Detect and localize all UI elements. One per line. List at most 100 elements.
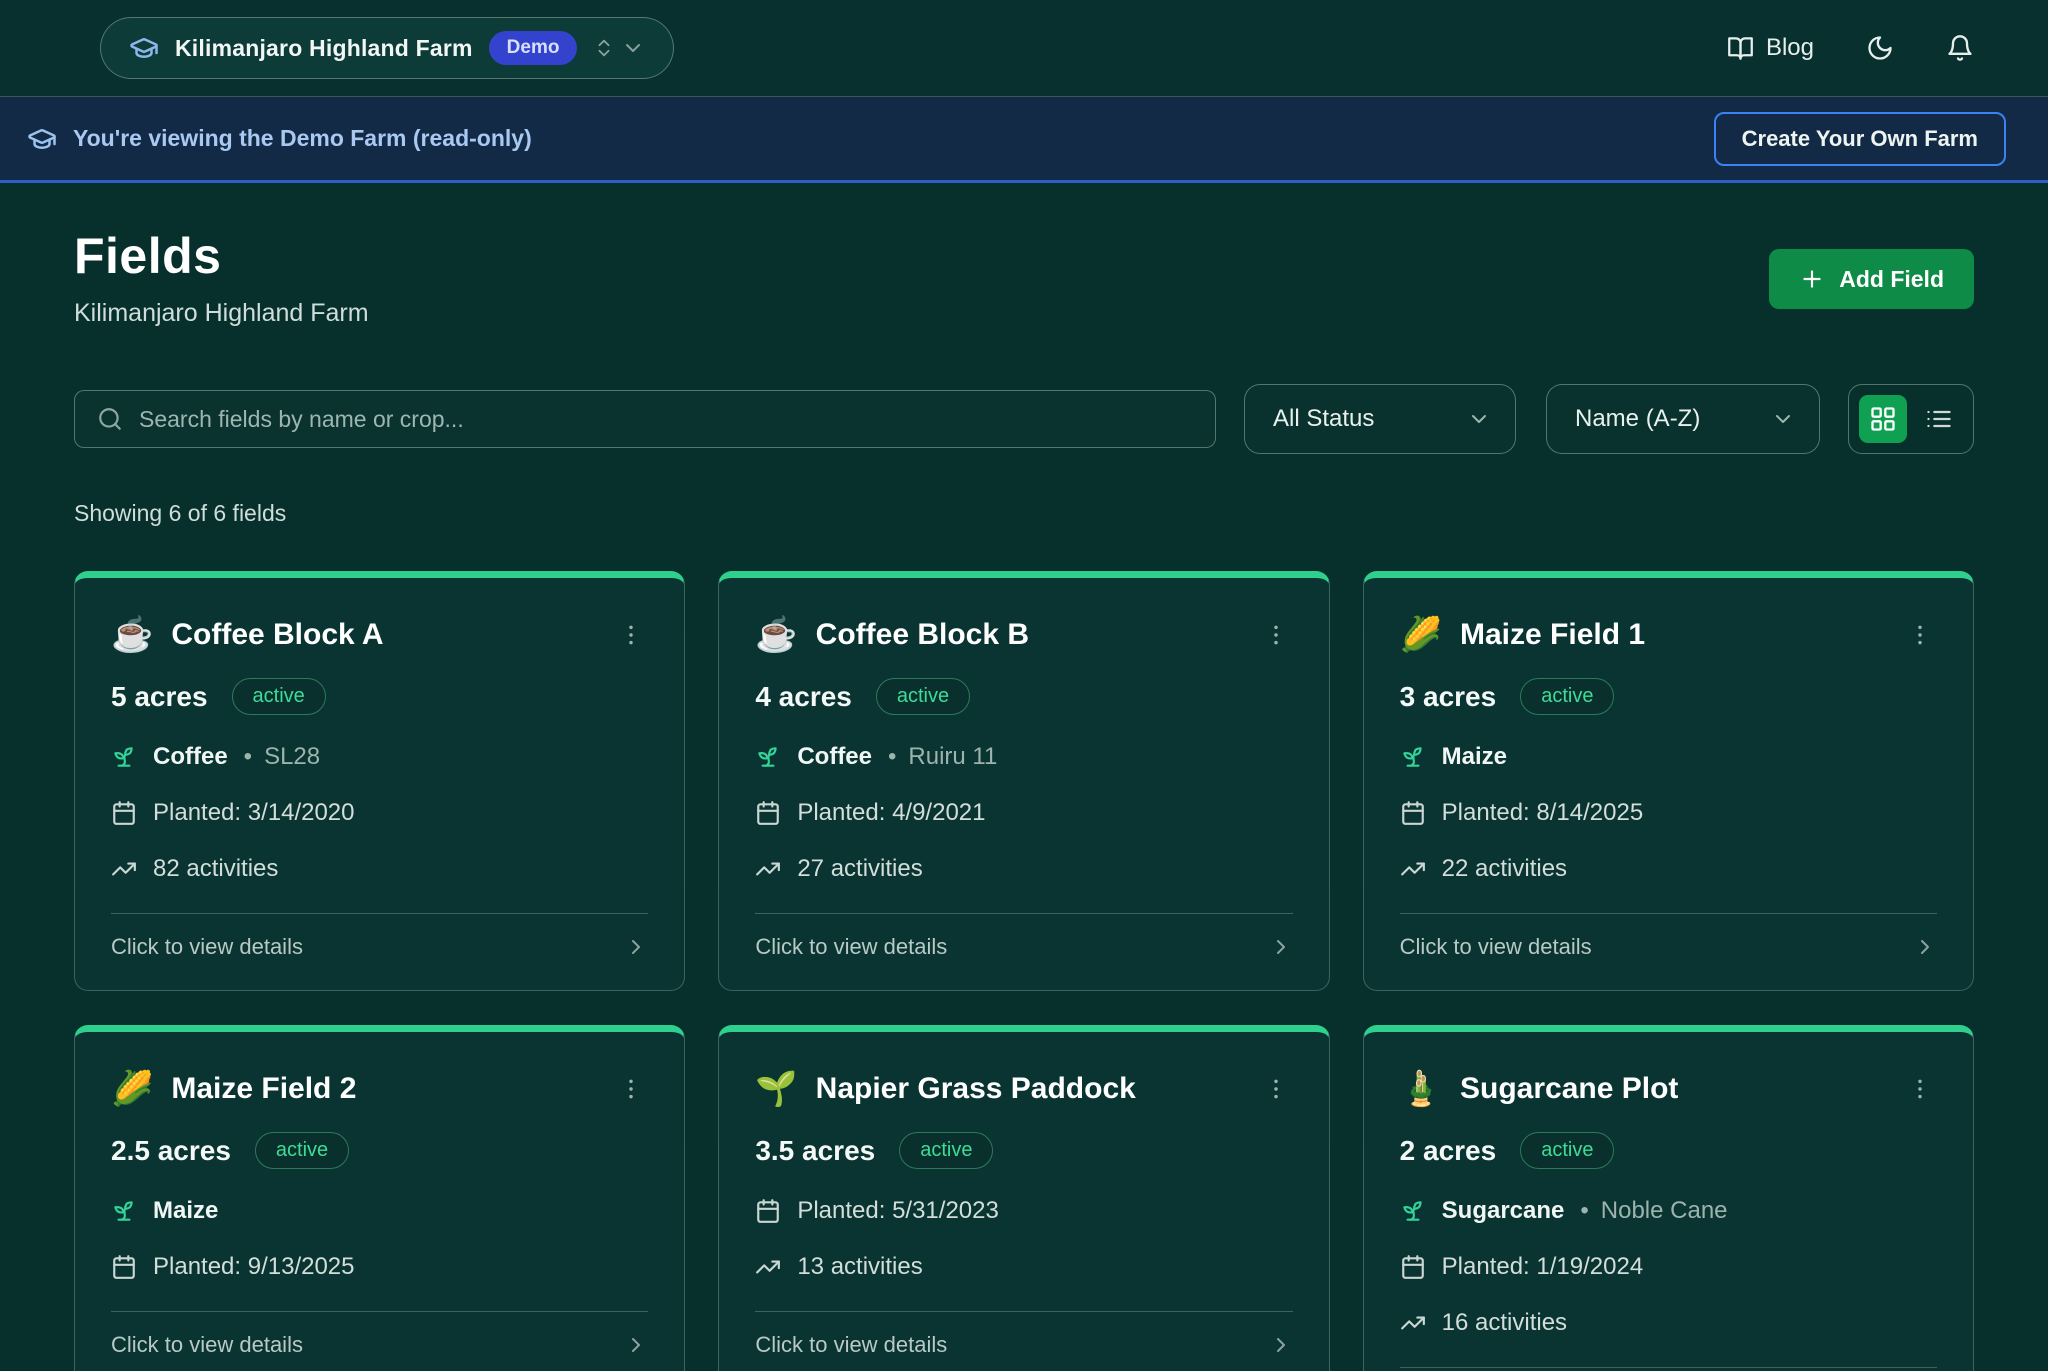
chevron-right-icon [624,1333,648,1357]
field-name: Napier Grass Paddock [816,1072,1136,1106]
blog-link[interactable]: Blog [1727,34,1814,62]
demo-banner: You're viewing the Demo Farm (read-only)… [0,97,2048,183]
field-acreage: 5 acres [111,681,208,713]
status-badge: active [1520,678,1614,715]
chevron-down-icon [1771,407,1795,431]
details-row[interactable]: Click to view details [755,1332,1292,1358]
graduation-cap-icon [27,124,57,154]
add-field-button[interactable]: Add Field [1769,249,1974,309]
details-row[interactable]: Click to view details [755,934,1292,960]
list-view-button[interactable] [1915,395,1963,443]
planted-text: Planted: 3/14/2020 [153,799,355,827]
details-label: Click to view details [755,1332,947,1358]
create-your-own-farm-button[interactable]: Create Your Own Farm [1714,112,2006,166]
details-label: Click to view details [111,934,303,960]
fields-page: Fields Kilimanjaro Highland Farm Add Fie… [0,183,2048,1371]
notifications-button[interactable] [1946,34,1974,62]
status-filter-dropdown[interactable]: All Status [1244,384,1516,454]
banner-message: You're viewing the Demo Farm (read-only) [73,125,532,152]
kebab-icon [618,1076,644,1102]
details-row[interactable]: Click to view details [111,1332,648,1358]
chevron-right-icon [624,935,648,959]
farm-name: Kilimanjaro Highland Farm [175,35,473,62]
trending-up-icon [1400,856,1426,882]
details-row[interactable]: Click to view details [111,934,648,960]
card-divider [755,913,1292,914]
graduation-cap-icon [129,33,159,63]
add-field-label: Add Field [1839,266,1944,293]
crop-row: Sugarcane Noble Cane [1400,1197,1937,1225]
details-label: Click to view details [1400,934,1592,960]
field-card[interactable]: ☕ Coffee Block B 4 acres active Coffee [718,571,1329,991]
trending-up-icon [755,856,781,882]
search-input[interactable] [139,406,1193,433]
crop-variety-wrap: Noble Cane [1580,1197,1727,1225]
theme-toggle-button[interactable] [1866,34,1894,62]
farm-selector[interactable]: Kilimanjaro Highland Farm Demo [100,17,674,79]
calendar-icon [755,1198,781,1224]
planted-text: Planted: 9/13/2025 [153,1253,355,1281]
activities-text: 13 activities [797,1253,922,1281]
crop-row: Coffee Ruiru 11 [755,743,1292,771]
calendar-icon [111,800,137,826]
calendar-icon [755,800,781,826]
field-emoji: 🎍 [1400,1072,1442,1106]
sprout-icon [1400,1198,1426,1224]
details-label: Click to view details [111,1332,303,1358]
crop-name: Sugarcane [1442,1197,1565,1225]
card-divider [1400,913,1937,914]
crop-name: Maize [1442,743,1507,771]
card-menu-button[interactable] [1903,618,1937,652]
details-row[interactable]: Click to view details [1400,934,1937,960]
planted-row: Planted: 3/14/2020 [111,799,648,827]
chevrons-up-down-icon [593,37,615,59]
crop-row: Maize [111,1197,648,1225]
crop-variety: Noble Cane [1601,1197,1728,1225]
card-menu-button[interactable] [1259,1072,1293,1106]
card-menu-button[interactable] [1903,1072,1937,1106]
results-summary: Showing 6 of 6 fields [74,500,1974,527]
field-name: Coffee Block B [816,618,1029,652]
calendar-icon [111,1254,137,1280]
search-icon [97,406,123,432]
crop-variety: Ruiru 11 [908,743,997,771]
activities-row: 82 activities [111,855,648,883]
planted-text: Planted: 5/31/2023 [797,1197,999,1225]
grid-view-button[interactable] [1859,395,1907,443]
crop-name: Coffee [153,743,228,771]
field-name: Sugarcane Plot [1460,1072,1678,1106]
chevron-down-icon [621,36,645,60]
chevron-right-icon [1269,935,1293,959]
card-divider [111,1311,648,1312]
field-emoji: 🌽 [1400,618,1442,652]
field-acreage: 3 acres [1400,681,1497,713]
field-card[interactable]: 🌽 Maize Field 2 2.5 acres active Maize [74,1025,685,1371]
trending-up-icon [111,856,137,882]
moon-icon [1866,34,1894,62]
field-name: Maize Field 2 [171,1072,356,1106]
card-menu-button[interactable] [614,1072,648,1106]
sprout-icon [755,744,781,770]
kebab-icon [1907,622,1933,648]
chevron-right-icon [1269,1333,1293,1357]
sort-dropdown[interactable]: Name (A-Z) [1546,384,1820,454]
field-card[interactable]: 🎍 Sugarcane Plot 2 acres active Sugarcan… [1363,1025,1974,1371]
field-card[interactable]: 🌱 Napier Grass Paddock 3.5 acres active [718,1025,1329,1371]
plus-icon [1799,266,1825,292]
activities-row: 16 activities [1400,1309,1937,1337]
field-card[interactable]: 🌽 Maize Field 1 3 acres active Maize [1363,571,1974,991]
card-menu-button[interactable] [1259,618,1293,652]
activities-text: 22 activities [1442,855,1567,883]
status-badge: active [232,678,326,715]
card-menu-button[interactable] [614,618,648,652]
status-filter-value: All Status [1273,405,1374,433]
card-divider [111,913,648,914]
calendar-icon [1400,800,1426,826]
card-divider [1400,1367,1937,1368]
status-badge: active [899,1132,993,1169]
demo-badge: Demo [489,31,578,65]
field-card[interactable]: ☕ Coffee Block A 5 acres active Coffee [74,571,685,991]
planted-row: Planted: 4/9/2021 [755,799,1292,827]
crop-name: Coffee [797,743,872,771]
chevron-right-icon [1913,935,1937,959]
